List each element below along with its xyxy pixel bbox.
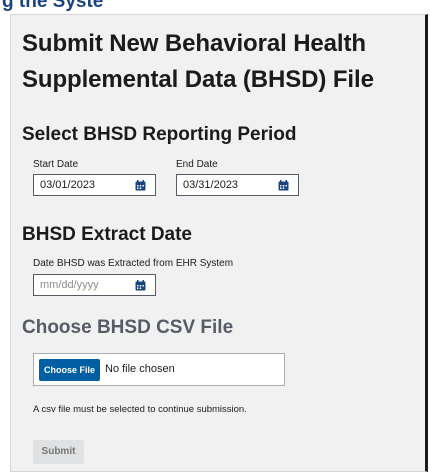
extract-date-label: Date BHSD was Extracted from EHR System [33, 258, 234, 269]
calendar-icon[interactable] [135, 280, 146, 291]
file-status-text: No file chosen [105, 363, 175, 375]
extract-date-heading: BHSD Extract Date [22, 224, 192, 245]
submit-button[interactable]: Submit [33, 440, 84, 464]
reporting-period-heading: Select BHSD Reporting Period [22, 124, 297, 145]
top-heading-fragment: g the Syste [0, 0, 430, 14]
extract-date-input[interactable]: mm/dd/yyyy [33, 274, 156, 296]
page-title-line-2: Supplemental Data (BHSD) File [22, 66, 374, 93]
calendar-icon[interactable] [135, 180, 146, 191]
extract-date-placeholder: mm/dd/yyyy [40, 279, 99, 291]
file-input[interactable]: Choose File No file chosen [33, 353, 285, 386]
end-date-value: 03/31/2023 [183, 179, 239, 191]
end-date-input[interactable]: 03/31/2023 [176, 174, 299, 196]
start-date-value: 03/01/2023 [40, 179, 96, 191]
page-title-line-1: Submit New Behavioral Health [22, 30, 366, 57]
calendar-icon[interactable] [278, 180, 289, 191]
start-date-input[interactable]: 03/01/2023 [33, 174, 156, 196]
csv-required-note: A csv file must be selected to continue … [33, 404, 247, 415]
choose-file-button[interactable]: Choose File [39, 359, 100, 381]
end-date-label: End Date [176, 159, 218, 170]
csv-file-heading: Choose BHSD CSV File [22, 317, 234, 338]
top-heading-text: g the Syste [2, 0, 104, 12]
start-date-label: Start Date [33, 159, 79, 170]
